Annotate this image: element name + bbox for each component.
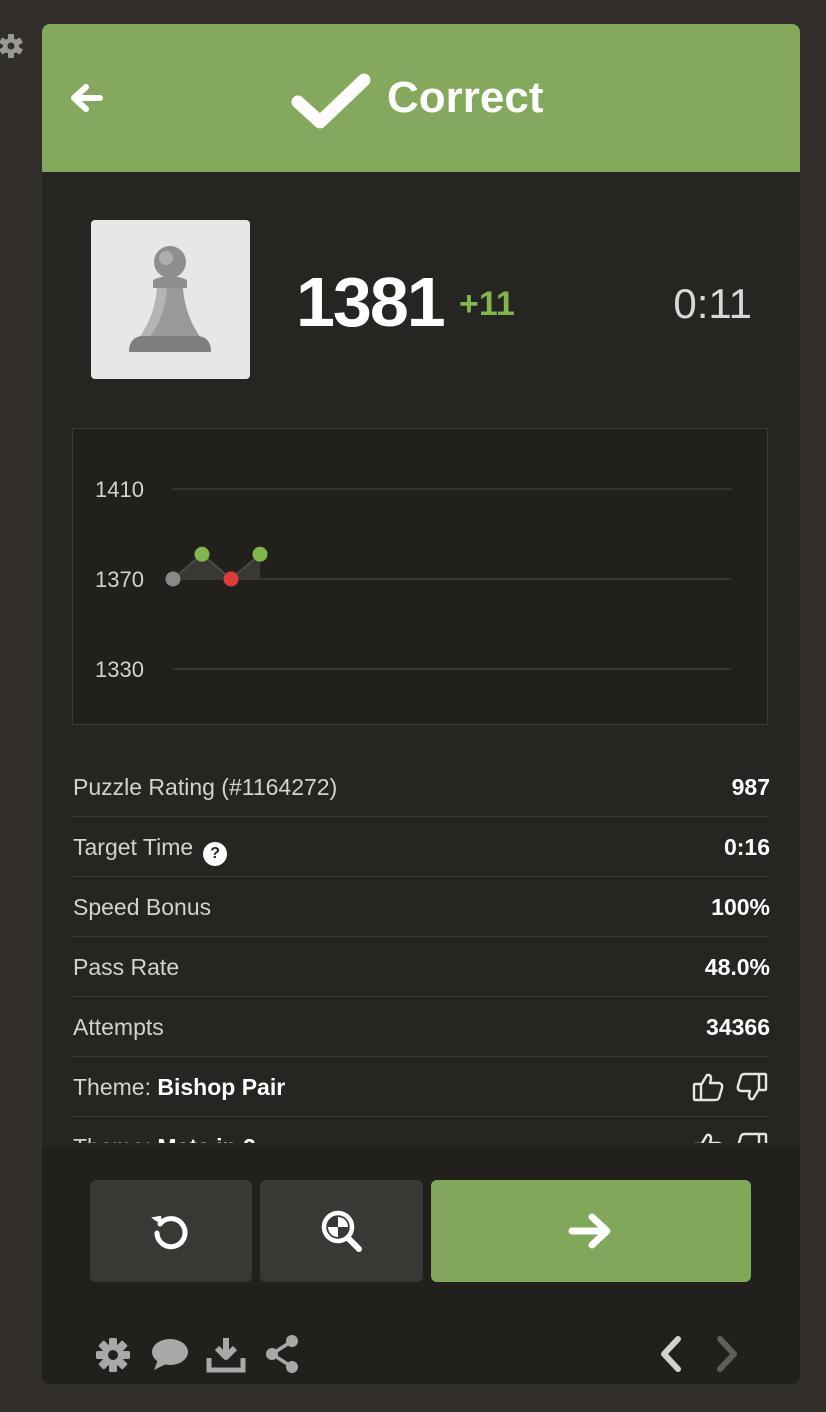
solve-time: 0:11	[673, 280, 752, 327]
theme-label: Theme: Bishop Pair	[73, 1057, 285, 1117]
side-gear-icon[interactable]	[0, 30, 26, 60]
theme-prefix: Theme:	[73, 1134, 157, 1143]
rating-point[interactable]	[194, 546, 210, 562]
result-header: Correct	[42, 24, 800, 172]
retry-button[interactable]	[90, 1180, 252, 1282]
rating-point[interactable]	[252, 546, 268, 562]
stat-label: Speed Bonus	[73, 894, 212, 920]
y-tick-label: 1410	[95, 477, 144, 502]
stat-value: 34366	[706, 1014, 770, 1040]
theme-row-mate-in-2: Theme: Mate in 2	[72, 1117, 770, 1143]
stat-row-puzzle-rating: Puzzle Rating (#1164272) 987	[72, 757, 770, 817]
stat-row-speed-bonus: Speed Bonus 100%	[72, 877, 770, 937]
download-icon[interactable]	[206, 1334, 246, 1374]
chat-icon[interactable]	[150, 1334, 190, 1374]
action-footer	[42, 1146, 800, 1384]
stat-label: Puzzle Rating (#1164272)	[73, 774, 338, 800]
theme-prefix: Theme:	[73, 1074, 158, 1100]
y-tick-label: 1330	[95, 657, 144, 682]
stat-label: Target Time?	[73, 817, 228, 877]
thumbs-up-icon[interactable]	[694, 1133, 722, 1143]
help-icon[interactable]: ?	[203, 842, 228, 866]
rating-chart-svg: 1410 1370 1330	[95, 477, 731, 682]
chevron-left-icon[interactable]	[656, 1334, 686, 1374]
result-title: Correct	[387, 73, 544, 122]
puzzle-piece-avatar	[91, 220, 250, 379]
next-puzzle-button[interactable]	[431, 1180, 751, 1282]
stat-value: 0:16	[723, 834, 770, 860]
stat-value: 48.0%	[704, 954, 770, 980]
puzzle-result-panel: Correct 1381 +11 0:11 1410 1370 1330 Puzzl…	[42, 24, 800, 1384]
check-icon	[291, 73, 371, 129]
theme-name: Mate in 2	[157, 1134, 255, 1143]
theme-vote	[694, 1132, 768, 1143]
arrow-right-icon	[568, 1213, 611, 1249]
chevron-right-icon[interactable]	[712, 1334, 742, 1374]
stat-row-target-time: Target Time? 0:16	[72, 817, 770, 877]
pawn-icon	[129, 246, 211, 352]
target-time-label: Target Time	[73, 834, 194, 860]
user-rating: 1381	[296, 263, 446, 341]
theme-label: Theme: Mate in 2	[73, 1117, 256, 1143]
thumbs-up-icon[interactable]	[692, 1073, 724, 1102]
analyze-button[interactable]	[260, 1180, 423, 1282]
rating-change: +11	[459, 285, 515, 323]
rating-point[interactable]	[165, 571, 181, 587]
rating-chart: 1410 1370 1330	[72, 428, 768, 725]
arrow-left-icon[interactable]	[68, 82, 104, 114]
puzzle-stats: Puzzle Rating (#1164272) 987 Target Time…	[72, 757, 770, 1143]
stat-value: 987	[731, 774, 770, 800]
retry-icon	[151, 1215, 188, 1250]
stat-row-pass-rate: Pass Rate 48.0%	[72, 937, 770, 997]
analyze-icon	[321, 1210, 362, 1252]
share-icon[interactable]	[264, 1334, 300, 1374]
thumbs-down-icon[interactable]	[737, 1132, 768, 1143]
stat-label: Attempts	[73, 1014, 164, 1040]
thumbs-down-icon[interactable]	[736, 1072, 768, 1101]
stat-value: 100%	[711, 894, 770, 920]
stat-label: Pass Rate	[73, 954, 180, 980]
theme-vote	[692, 1072, 768, 1102]
stat-row-attempts: Attempts 34366	[72, 997, 770, 1057]
y-tick-label: 1370	[95, 567, 144, 592]
rating-point[interactable]	[223, 571, 239, 587]
theme-name: Bishop Pair	[157, 1074, 286, 1100]
gear-icon[interactable]	[94, 1334, 132, 1374]
theme-row-bishop-pair: Theme: Bishop Pair	[72, 1057, 770, 1117]
